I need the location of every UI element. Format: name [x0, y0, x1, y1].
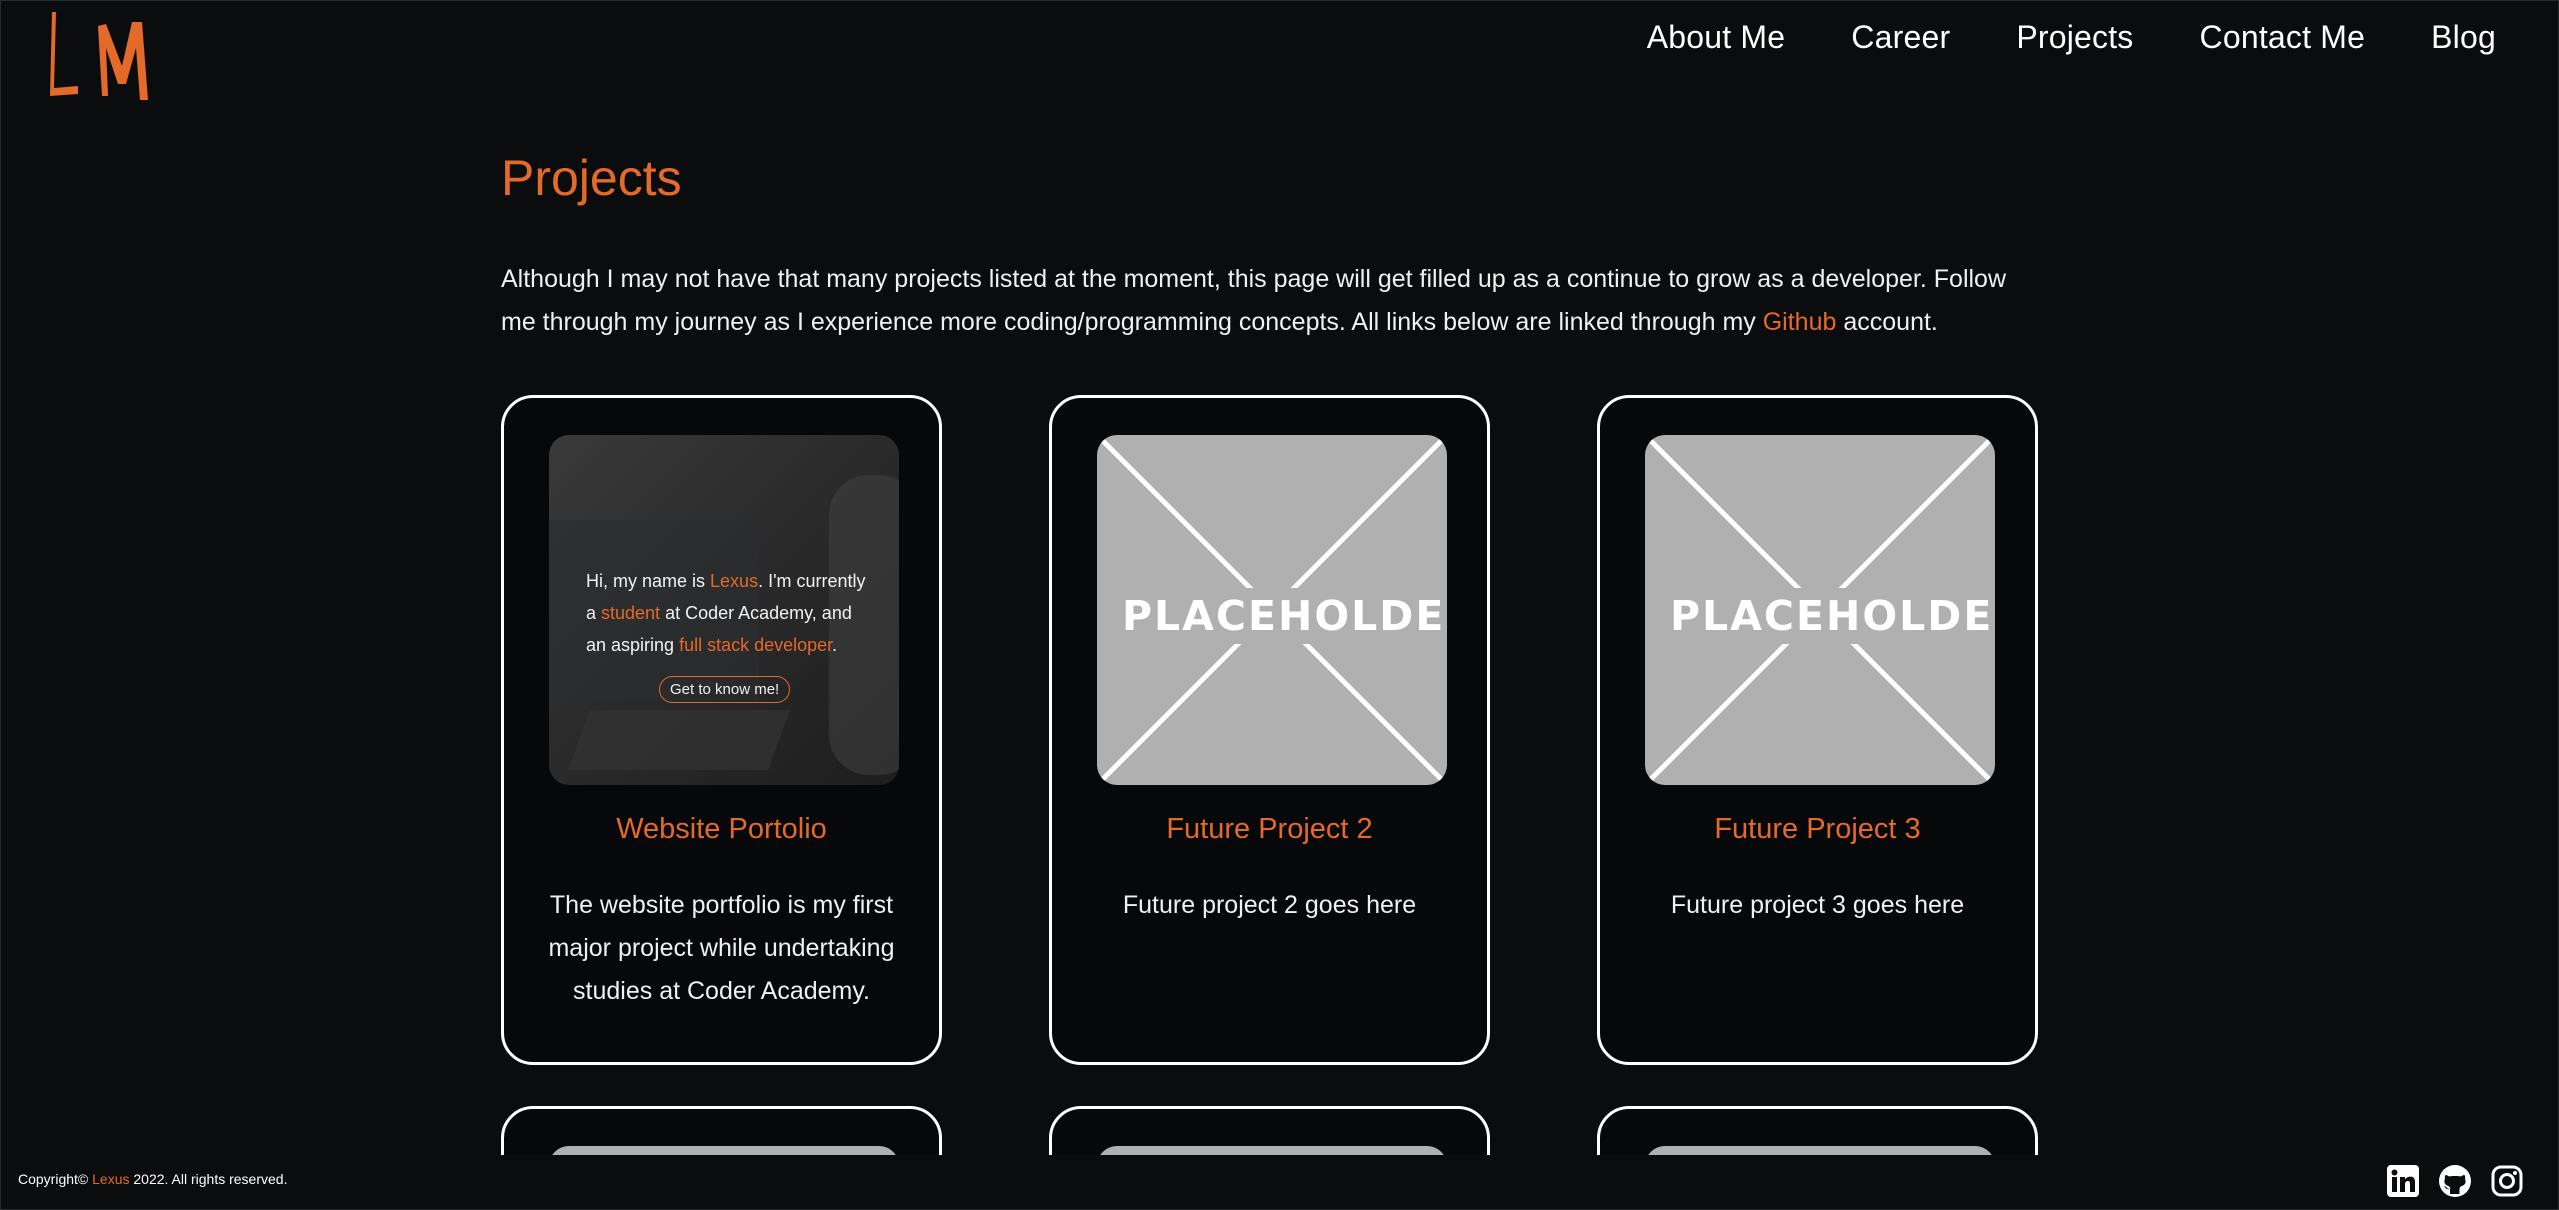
project-title[interactable]: Website Portolio [504, 810, 939, 848]
copyright-text: Copyright© Lexus 2022. All rights reserv… [18, 1171, 288, 1187]
social-links [2386, 1164, 2524, 1198]
project-description: Future project 2 goes here [1122, 891, 1417, 919]
instagram-icon[interactable] [2490, 1164, 2524, 1198]
placeholder-image[interactable]: PLACEHOLDER [1645, 435, 1995, 785]
intro-text: Although I may not have that many projec… [501, 258, 2041, 344]
logo-mark [50, 12, 148, 100]
project-card-future-2[interactable]: PLACEHOLDER Future Project 2 Future proj… [1049, 395, 1490, 1065]
project-card-future-3[interactable]: PLACEHOLDER Future Project 3 Future proj… [1597, 395, 2038, 1065]
linkedin-icon[interactable] [2386, 1164, 2420, 1198]
page-title: Projects [501, 150, 682, 206]
project-card-portfolio[interactable]: Hi, my name is Lexus. I'm currently a st… [501, 395, 942, 1065]
project-title[interactable]: Future Project 3 [1600, 810, 2035, 848]
project-thumbnail[interactable]: Hi, my name is Lexus. I'm currently a st… [549, 435, 899, 785]
project-title[interactable]: Future Project 2 [1052, 810, 1487, 848]
project-card-next-row[interactable] [1049, 1106, 1490, 1155]
github-link[interactable]: Github [1763, 308, 1837, 336]
thumbnail-cta-button: Get to know me! [659, 676, 791, 703]
placeholder-label: PLACEHOLDER [1670, 588, 1995, 644]
keyboard-image [568, 710, 790, 770]
project-description: Future project 3 goes here [1670, 891, 1965, 919]
main-content: Projects Although I may not have that ma… [501, 0, 2041, 1155]
nav-contact-me[interactable]: Contact Me [2200, 16, 2366, 58]
placeholder-image [1645, 1146, 1995, 1155]
placeholder-image[interactable]: PLACEHOLDER [1097, 435, 1447, 785]
nav-blog[interactable]: Blog [2431, 16, 2496, 58]
logo[interactable] [44, 8, 164, 104]
project-card-next-row[interactable] [1597, 1106, 2038, 1155]
thumbnail-hero-text: Hi, my name is Lexus. I'm currently a st… [586, 571, 866, 655]
intro-part2: account. [1836, 308, 1938, 336]
placeholder-image [549, 1146, 899, 1155]
project-description: The website portfolio is my first major … [548, 891, 895, 1005]
project-card-next-row[interactable] [501, 1106, 942, 1155]
github-icon[interactable] [2438, 1164, 2472, 1198]
placeholder-image [1097, 1146, 1447, 1155]
placeholder-label: PLACEHOLDER [1122, 588, 1447, 644]
